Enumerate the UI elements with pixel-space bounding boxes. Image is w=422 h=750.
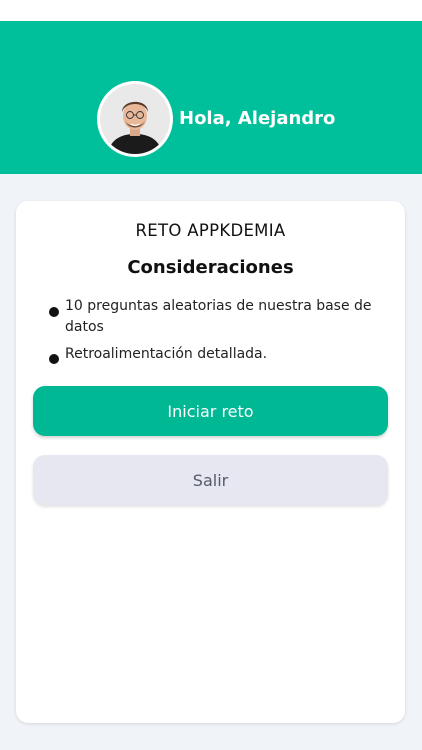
considerations-list: 10 preguntas aleatorias de nuestra base …	[49, 296, 379, 371]
list-item: Retroalimentación detallada.	[49, 344, 379, 365]
start-challenge-button[interactable]: Iniciar reto	[33, 386, 388, 436]
greeting-text: Hola, Alejandro	[179, 108, 336, 129]
card-title: RETO APPKDEMIA	[135, 221, 286, 240]
header-banner	[0, 21, 422, 174]
challenge-card: RETO APPKDEMIA Consideraciones 10 pregun…	[16, 201, 405, 723]
list-item-text: Retroalimentación detallada.	[65, 346, 268, 362]
list-item: 10 preguntas aleatorias de nuestra base …	[49, 296, 379, 338]
card-subtitle: Consideraciones	[127, 257, 294, 278]
avatar	[97, 81, 173, 157]
user-avatar-photo-icon	[100, 84, 170, 154]
exit-button[interactable]: Salir	[33, 455, 388, 505]
bullet-dot-icon	[49, 354, 59, 364]
status-bar-area	[0, 0, 422, 21]
list-item-text: 10 preguntas aleatorias de nuestra base …	[65, 298, 372, 335]
bullet-dot-icon	[49, 307, 59, 317]
